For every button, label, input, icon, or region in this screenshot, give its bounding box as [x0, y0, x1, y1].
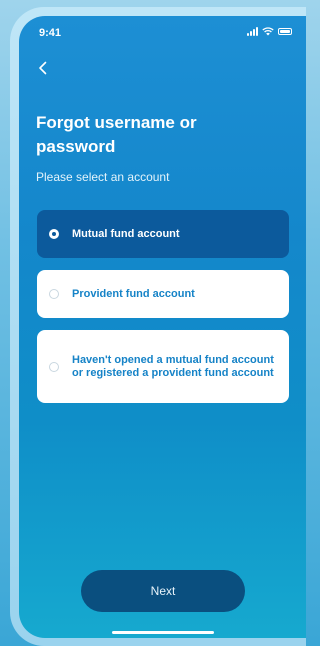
radio-unselected-icon — [49, 361, 59, 372]
radio-selected-icon — [49, 229, 59, 239]
status-time: 9:41 — [39, 27, 62, 39]
cellular-signal-icon — [247, 27, 258, 36]
chevron-left-icon — [39, 61, 47, 75]
page-subtitle: Please select an account — [36, 170, 170, 184]
option-provident-fund-account[interactable]: Provident fund account — [37, 270, 289, 318]
option-no-account[interactable]: Haven't opened a mutual fund account or … — [37, 330, 289, 403]
wifi-icon — [262, 27, 274, 36]
status-bar: 9:41 — [19, 16, 306, 50]
page-title: Forgot username or password — [36, 113, 197, 156]
home-indicator — [112, 631, 214, 634]
option-label: Haven't opened a mutual fund account or … — [72, 353, 274, 379]
option-label: Mutual fund account — [72, 227, 180, 240]
status-icons — [247, 27, 292, 36]
radio-unselected-icon — [49, 289, 59, 299]
phone-screen: 9:41 Forgot username or password Please … — [19, 16, 306, 638]
next-button[interactable]: Next — [81, 570, 245, 612]
back-button[interactable] — [33, 58, 53, 78]
option-label: Provident fund account — [72, 287, 195, 300]
next-button-label: Next — [150, 584, 176, 598]
option-mutual-fund-account[interactable]: Mutual fund account — [37, 210, 289, 258]
battery-icon — [278, 28, 292, 35]
